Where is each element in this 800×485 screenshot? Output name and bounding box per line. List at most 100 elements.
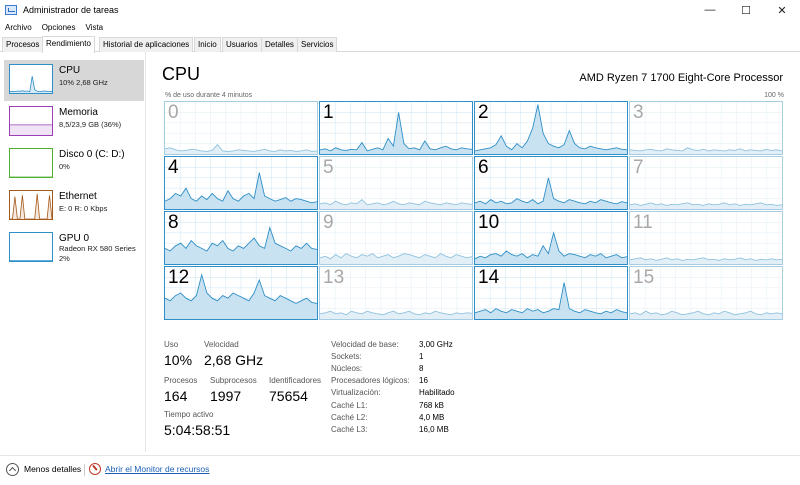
thumbnail-frame [9, 148, 53, 178]
core-graph-7: 7 [629, 156, 783, 210]
info-label: Caché L2: [331, 413, 368, 422]
max-percent-label: 100 % [764, 92, 784, 99]
cpu-thumbnail-graph [9, 64, 53, 94]
footer-divider [84, 464, 85, 476]
sidebar-item-ethernet[interactable]: Ethernet E: 0 R: 0 Kbps [4, 186, 144, 227]
core-number: 15 [633, 267, 655, 288]
core-number: 8 [168, 212, 179, 233]
sidebar-item-label: GPU 0 [59, 233, 90, 244]
speed-label: Velocidad [204, 340, 239, 349]
ethernet-thumbnail-graph [9, 190, 53, 220]
sidebar-item-detail: E: 0 R: 0 Kbps [59, 204, 108, 213]
threads-label: Subprocesos [210, 376, 257, 385]
core-graph-0: 0 [164, 101, 318, 155]
sidebar-item-usage: 2% [59, 254, 70, 263]
memory-thumbnail-graph [9, 106, 53, 136]
core-number: 12 [168, 267, 190, 288]
info-value: 16 [419, 376, 428, 385]
core-graph-10: 10 [474, 211, 628, 265]
maximize-icon[interactable]: ☐ [728, 0, 764, 20]
page-title: CPU [162, 64, 201, 84]
info-label: Caché L1: [331, 401, 368, 410]
thumbnail-frame [9, 232, 53, 262]
tab-bar: Procesos Rendimiento Historial de aplica… [0, 36, 800, 53]
core-graph-plot [630, 212, 782, 264]
tab-servicios[interactable]: Servicios [297, 37, 338, 52]
sidebar-item-label: Memoria [59, 107, 98, 118]
tab-inicio[interactable]: Inicio [194, 37, 221, 52]
close-icon[interactable]: ✕ [764, 0, 800, 20]
core-number: 6 [478, 157, 489, 178]
core-graph-3: 3 [629, 101, 783, 155]
sidebar-item-gpu[interactable]: GPU 0 Radeon RX 580 Series 2% [4, 228, 144, 276]
core-number: 14 [478, 267, 500, 288]
core-graph-14: 14 [474, 266, 628, 320]
info-value: 768 kB [419, 401, 444, 410]
info-label: Núcleos: [331, 364, 363, 373]
menu-bar: Archivo Opciones Vista [0, 20, 800, 35]
logical-processor-grid: 0 1 2 3 4 5 6 7 8 9 10 11 12 13 14 15 [164, 101, 784, 323]
tab-historial[interactable]: Historial de aplicaciones [99, 37, 194, 52]
sidebar-item-disco[interactable]: Disco 0 (C: D:) 0% [4, 144, 144, 185]
menu-archivo[interactable]: Archivo [0, 23, 37, 32]
disk-thumbnail-graph [9, 148, 53, 178]
sidebar-item-detail: 8,5/23,9 GB (36%) [59, 120, 122, 129]
uptime-value: 5:04:58:51 [164, 422, 231, 438]
core-graph-plot [630, 102, 782, 154]
less-details-button[interactable]: Menos detalles [24, 464, 81, 474]
core-number: 0 [168, 102, 179, 123]
thumbnail-area [10, 124, 52, 135]
tab-detalles[interactable]: Detalles [261, 37, 298, 52]
usage-label: Uso [164, 340, 179, 349]
core-number: 7 [633, 157, 644, 178]
task-manager-icon [5, 5, 17, 15]
task-manager-window: Administrador de tareas — ☐ ✕ Archivo Op… [0, 0, 800, 485]
sidebar-item-detail: Radeon RX 580 Series [59, 244, 136, 253]
core-graph-plot [475, 102, 627, 154]
usage-caption: % de uso durante 4 minutos [165, 92, 253, 99]
info-label: Velocidad de base: [331, 340, 399, 349]
info-label: Procesadores lógicos: [331, 376, 410, 385]
info-value: 4,0 MB [419, 413, 445, 422]
core-number: 2 [478, 102, 489, 123]
core-graph-15: 15 [629, 266, 783, 320]
tab-procesos[interactable]: Procesos [2, 37, 44, 52]
core-graph-plot [630, 157, 782, 209]
core-graph-plot [320, 102, 472, 154]
info-label: Sockets: [331, 352, 362, 361]
core-number: 3 [633, 102, 644, 123]
core-graph-13: 13 [319, 266, 473, 320]
sidebar-item-memoria[interactable]: Memoria 8,5/23,9 GB (36%) [4, 102, 144, 143]
info-value: 1 [419, 352, 424, 361]
menu-opciones[interactable]: Opciones [37, 23, 81, 32]
core-graph-plot [320, 157, 472, 209]
core-graph-2: 2 [474, 101, 628, 155]
open-resource-monitor-link[interactable]: Abrir el Monitor de recursos [105, 464, 209, 474]
processor-name: AMD Ryzen 7 1700 Eight-Core Processor [579, 72, 783, 84]
core-number: 5 [323, 157, 334, 178]
tab-rendimiento[interactable]: Rendimiento [42, 36, 95, 53]
info-value: Habilitado [419, 388, 455, 397]
core-number: 13 [323, 267, 345, 288]
minimize-icon[interactable]: — [692, 0, 728, 20]
resource-sidebar: CPU 10% 2,68 GHz Memoria 8,5/23,9 GB (36… [0, 52, 146, 452]
sidebar-item-label: Ethernet [59, 191, 97, 202]
tab-usuarios[interactable]: Usuarios [222, 37, 262, 52]
uptime-label: Tiempo activo [164, 410, 214, 419]
resource-monitor-icon[interactable] [89, 463, 101, 475]
sidebar-item-cpu[interactable]: CPU 10% 2,68 GHz [4, 60, 144, 101]
sidebar-item-label: Disco 0 (C: D:) [59, 149, 125, 160]
window-title: Administrador de tareas [23, 5, 119, 15]
sidebar-item-label: CPU [59, 65, 81, 76]
chevron-up-icon[interactable] [6, 463, 19, 476]
menu-vista[interactable]: Vista [80, 23, 108, 32]
core-number: 4 [168, 157, 179, 178]
core-graph-9: 9 [319, 211, 473, 265]
info-value: 16,0 MB [419, 425, 449, 434]
info-label: Virtualización: [331, 388, 381, 397]
core-graph-4: 4 [164, 156, 318, 210]
core-graph-8: 8 [164, 211, 318, 265]
core-number: 9 [323, 212, 334, 233]
sidebar-item-detail: 10% 2,68 GHz [59, 78, 108, 87]
processes-value: 164 [164, 388, 188, 404]
